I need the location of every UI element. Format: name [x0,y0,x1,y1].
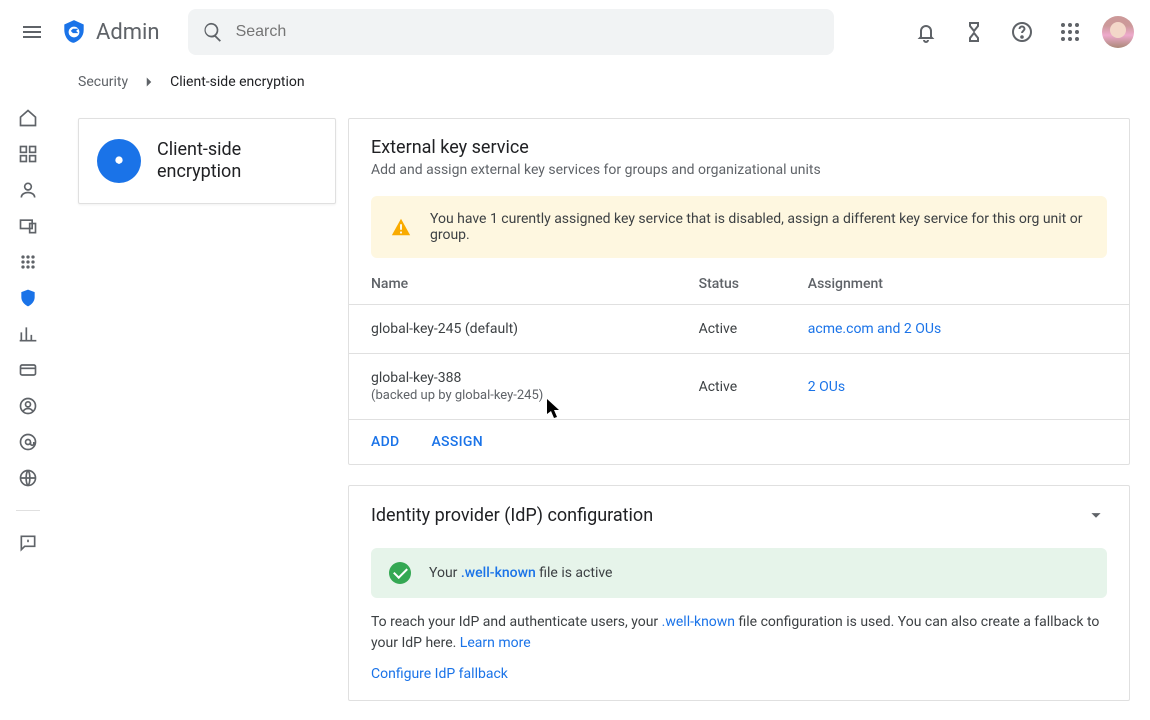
breadcrumb-current: Client-side encryption [170,74,304,90]
search-icon [202,21,224,43]
assign-button[interactable]: ASSIGN [431,434,482,450]
help-icon[interactable] [998,8,1046,56]
rail-apps-icon[interactable] [8,250,48,274]
col-status: Status [677,264,786,305]
nav-rail [0,100,56,720]
app-title: Admin [96,20,160,45]
eks-warning-banner: You have 1 curently assigned key service… [371,196,1107,258]
add-button[interactable]: ADD [371,434,399,450]
configure-idp-fallback-link[interactable]: Configure IdP fallback [349,654,530,700]
breadcrumb-parent[interactable]: Security [78,74,128,90]
eks-table: Name Status Assignment global-key-245 (d… [349,264,1129,420]
hamburger-menu-icon[interactable] [8,8,56,56]
assignment-link[interactable]: 2 OUs [808,379,845,395]
rail-dashboard-icon[interactable] [8,142,48,166]
eks-warning-text: You have 1 curently assigned key service… [430,211,1088,243]
notifications-icon[interactable] [902,8,950,56]
breadcrumb: Security Client-side encryption [0,64,1150,100]
eks-subtitle: Add and assign external key services for… [371,162,1107,178]
rail-reporting-icon[interactable] [8,322,48,346]
col-assignment: Assignment [786,264,1129,305]
idp-title: Identity provider (IdP) configuration [371,505,653,526]
assignment-link[interactable]: acme.com and 2 OUs [808,321,941,337]
rail-account-icon[interactable] [8,394,48,418]
idp-panel: Identity provider (IdP) configuration Yo… [348,485,1130,701]
rail-devices-icon[interactable] [8,214,48,238]
chevron-down-icon[interactable] [1085,504,1107,530]
learn-more-link[interactable]: Learn more [460,635,531,651]
rail-users-icon[interactable] [8,178,48,202]
rail-billing-icon[interactable] [8,358,48,382]
apps-grid-icon[interactable] [1046,8,1094,56]
search-input[interactable] [236,23,820,41]
admin-logo-icon [60,18,88,46]
rail-home-icon[interactable] [8,106,48,130]
lock-shield-icon [97,139,141,183]
table-row[interactable]: global-key-388(backed up by global-key-2… [349,354,1129,420]
col-name: Name [349,264,677,305]
idp-banner-text: Your .well-known file is active [429,565,612,581]
idp-description: To reach your IdP and authenticate users… [349,612,1129,654]
idp-ok-banner: Your .well-known file is active [371,548,1107,598]
rail-globe-icon[interactable] [8,466,48,490]
rail-security-icon[interactable] [8,286,48,310]
search-bar[interactable] [188,9,834,55]
account-avatar[interactable] [1102,16,1134,48]
warning-icon [390,216,412,238]
rail-feedback-icon[interactable] [8,531,48,555]
side-card-title: Client-side encryption [157,139,317,184]
hourglass-icon[interactable] [950,8,998,56]
eks-panel: External key service Add and assign exte… [348,118,1130,465]
chevron-right-icon [140,73,158,91]
check-circle-icon [389,562,411,584]
rail-at-icon[interactable] [8,430,48,454]
eks-title: External key service [371,137,1107,158]
table-row[interactable]: global-key-245 (default) Active acme.com… [349,305,1129,354]
page-side-card: Client-side encryption [78,118,336,204]
app-logo-title[interactable]: Admin [60,18,160,46]
